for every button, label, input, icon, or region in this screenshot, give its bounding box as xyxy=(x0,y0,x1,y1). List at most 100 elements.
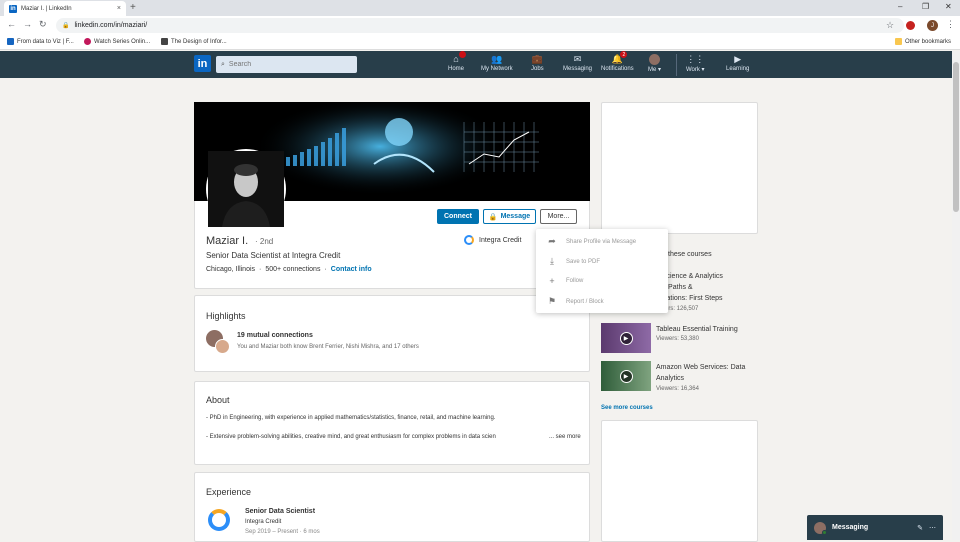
url-text[interactable]: linkedin.com/in/maziari/ xyxy=(74,22,147,29)
message-button[interactable]: 🔒 Message xyxy=(483,209,536,224)
search-icon: ⌕ xyxy=(221,60,225,68)
menu-item-save-pdf[interactable]: ⤓ Save to PDF xyxy=(546,256,600,267)
avatar xyxy=(215,339,230,354)
nav-messaging[interactable]: ✉ Messaging xyxy=(563,54,593,73)
ad-placeholder xyxy=(601,102,758,234)
apps-icon xyxy=(7,38,14,45)
search-box[interactable]: ⌕ xyxy=(216,56,357,73)
browser-tab-strip: in Maziar I. | LinkedIn × + – ❐ ✕ xyxy=(0,0,960,16)
menu-item-label: Follow xyxy=(566,278,584,284)
play-icon: ▶ xyxy=(619,331,633,345)
experience-role[interactable]: Senior Data Scientist xyxy=(245,508,315,515)
search-input[interactable] xyxy=(228,61,349,68)
mutual-connections-sub: You and Maziar both know Brent Ferrier, … xyxy=(237,344,419,350)
messaging-bar[interactable]: Messaging ✎ ⋯ xyxy=(807,515,943,540)
scrollbar-thumb[interactable] xyxy=(953,62,959,212)
menu-item-follow[interactable]: + Follow xyxy=(546,276,583,286)
see-more-courses-link[interactable]: See more courses xyxy=(601,405,653,411)
reload-icon[interactable]: ↻ xyxy=(39,19,47,30)
plus-icon: + xyxy=(549,276,555,286)
courses-header: these courses xyxy=(668,251,712,258)
compose-icon[interactable]: ✎ xyxy=(917,524,923,532)
nav-me[interactable]: Me ▾ xyxy=(648,53,661,73)
nav-jobs[interactable]: 💼 Jobs xyxy=(531,53,544,73)
close-tab-icon[interactable]: × xyxy=(117,5,121,12)
bookmark-item[interactable]: The Design of Infor... xyxy=(161,38,227,45)
profile-photo[interactable] xyxy=(206,149,286,229)
other-bookmarks[interactable]: Other bookmarks xyxy=(895,38,951,45)
profile-name: Maziar I. xyxy=(206,235,249,247)
course-title-line: Tableau Essential Training xyxy=(656,326,738,333)
menu-item-label: Share Profile via Message xyxy=(566,238,637,245)
nav-divider xyxy=(676,54,677,76)
menu-item-share-profile[interactable]: ➦ Share Profile via Message xyxy=(546,236,636,247)
message-button-label: Message xyxy=(500,213,531,220)
site-favicon-icon xyxy=(161,38,168,45)
profile-photo-image xyxy=(208,151,284,227)
profile-headline: Senior Data Scientist at Integra Credit xyxy=(206,251,341,260)
bookmark-label: Watch Series Onlin... xyxy=(94,38,151,45)
connections-count[interactable]: 500+ connections xyxy=(265,266,320,273)
profile-location-line: Chicago, Illinois · 500+ connections · C… xyxy=(206,266,372,273)
nav-my-network[interactable]: 👥 My Network xyxy=(481,53,513,73)
course-viewers: Viewers: 16,364 xyxy=(656,386,699,392)
minimize-icon[interactable]: – xyxy=(898,2,902,11)
bell-icon: 🔔 2 xyxy=(611,51,628,64)
bookmark-star-icon[interactable]: ☆ xyxy=(886,20,894,31)
download-icon: ⤓ xyxy=(550,256,554,266)
flag-icon: ⚑ xyxy=(547,296,557,306)
more-options-icon[interactable]: ⋯ xyxy=(929,524,936,532)
experience-dates: Sep 2019 – Present · 6 mos xyxy=(245,529,320,535)
course-viewers: Viewers: 53,380 xyxy=(656,336,699,342)
nav-home[interactable]: ⌂ Home xyxy=(448,51,466,72)
browser-profile-avatar[interactable]: J xyxy=(927,20,938,31)
tab-title: Maziar I. | LinkedIn xyxy=(21,5,72,12)
browser-tab[interactable]: in Maziar I. | LinkedIn × xyxy=(4,1,126,16)
window-close-icon[interactable]: ✕ xyxy=(945,2,952,11)
contact-info-link[interactable]: Contact info xyxy=(331,266,372,273)
mutual-connections-title[interactable]: 19 mutual connections xyxy=(237,332,313,339)
company-logo-icon[interactable] xyxy=(208,509,230,531)
menu-item-label: Report / Block xyxy=(566,298,604,305)
course-thumbnail[interactable]: ▶ xyxy=(601,361,651,391)
forward-icon[interactable]: → xyxy=(23,19,32,29)
network-icon: 👥 xyxy=(491,53,503,64)
bookmark-label: Other bookmarks xyxy=(905,38,952,45)
more-button[interactable]: More... xyxy=(540,209,577,224)
mutual-avatars[interactable] xyxy=(206,330,232,356)
address-bar[interactable]: 🔒 linkedin.com/in/maziari/ xyxy=(56,18,904,33)
company-logo-icon xyxy=(464,235,474,245)
course-title[interactable]: Tableau Essential Training xyxy=(656,324,738,335)
ad-placeholder xyxy=(601,420,758,542)
nav-label: My Network xyxy=(481,66,513,72)
nav-notifications[interactable]: 🔔 2 Notifications xyxy=(601,51,634,72)
nav-learning[interactable]: ▶ Learning xyxy=(726,54,749,73)
course-title[interactable]: Amazon Web Services: Data Analytics xyxy=(656,362,745,384)
current-company[interactable]: Integra Credit xyxy=(464,235,521,245)
nav-work[interactable]: ⋮⋮ Work ▾ xyxy=(686,54,705,74)
extension-icon[interactable] xyxy=(906,21,915,30)
nav-label: Messaging xyxy=(563,66,593,72)
back-icon[interactable]: ← xyxy=(7,19,16,29)
menu-item-report-block[interactable]: ⚑ Report / Block xyxy=(546,296,604,307)
separator: · xyxy=(324,266,327,273)
jobs-icon: 💼 xyxy=(531,53,543,64)
menu-item-label: Save to PDF xyxy=(566,258,601,265)
browser-menu-icon[interactable]: ⋮ xyxy=(946,19,955,30)
nav-label: Work ▾ xyxy=(686,67,705,73)
nav-label: Notifications xyxy=(601,66,634,72)
online-status-dot xyxy=(822,529,827,535)
about-card xyxy=(194,381,590,465)
course-thumbnail[interactable]: ▶ xyxy=(601,323,651,353)
nav-label: Home xyxy=(448,66,465,72)
linkedin-logo[interactable]: in xyxy=(194,55,211,72)
connect-button[interactable]: Connect xyxy=(437,209,479,224)
more-actions-dropdown: ➦ Share Profile via Message ⤓ Save to PD… xyxy=(536,229,668,313)
notification-badge: 2 xyxy=(620,51,628,58)
site-favicon-icon xyxy=(84,38,91,45)
bookmark-item[interactable]: Watch Series Onlin... xyxy=(84,38,150,45)
see-more-link[interactable]: ... see more xyxy=(549,434,581,440)
restore-icon[interactable]: ❐ xyxy=(922,2,929,11)
new-tab-button[interactable]: + xyxy=(130,2,136,13)
bookmark-item[interactable]: From data to Viz | F... xyxy=(7,38,74,45)
